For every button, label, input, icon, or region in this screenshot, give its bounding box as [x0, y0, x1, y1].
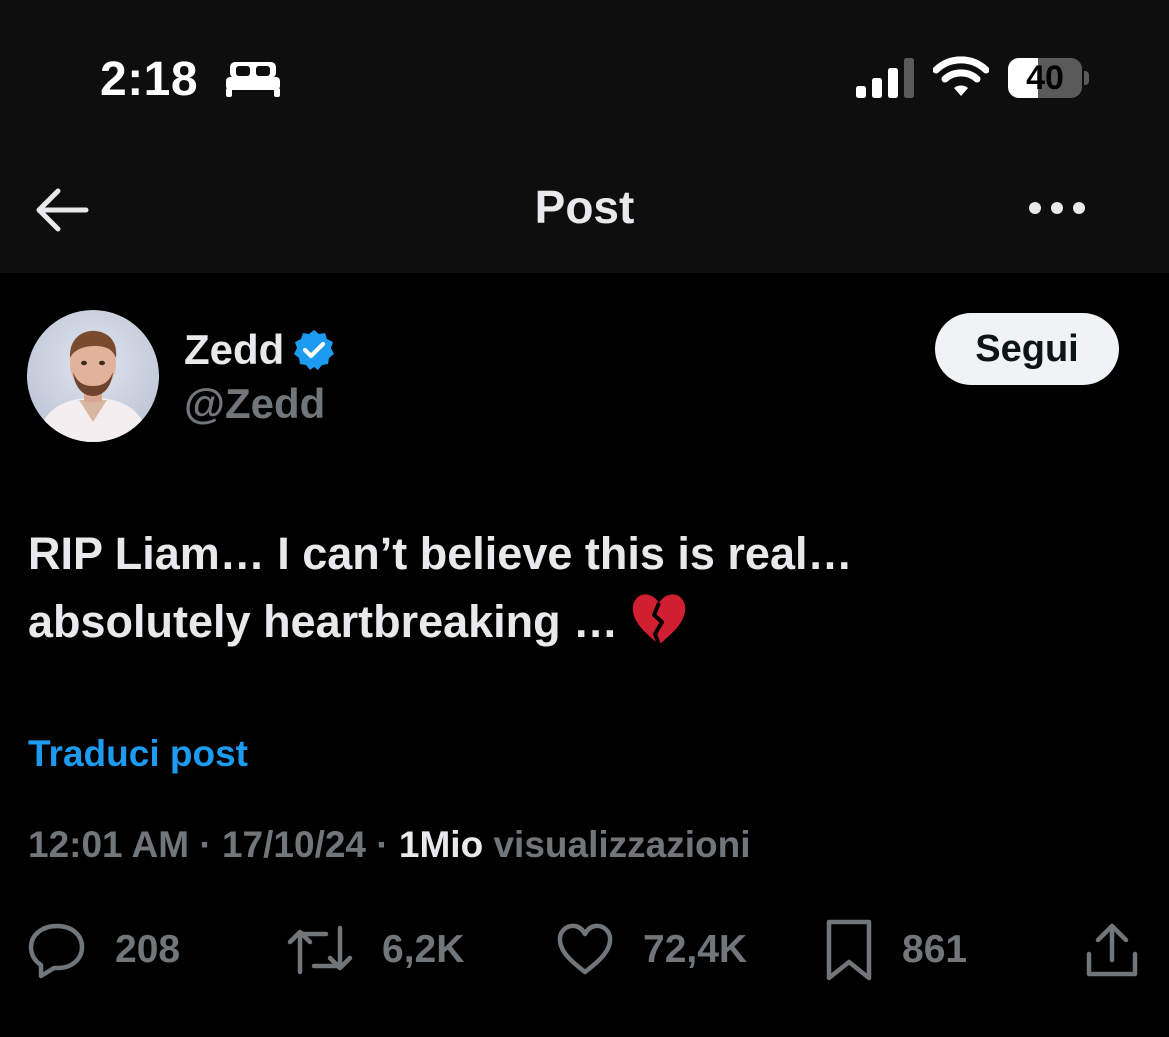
display-name[interactable]: Zedd [184, 326, 284, 374]
battery-level: 40 [1026, 59, 1064, 97]
action-bar: 208 6,2K 72,4K 861 [0, 918, 1169, 988]
tweet-text-line-2: absolutely heartbreaking … [28, 588, 1138, 656]
avatar[interactable] [27, 310, 159, 442]
follow-button[interactable]: Segui [935, 313, 1119, 385]
status-time: 2:18 [100, 53, 199, 106]
wifi-icon [933, 56, 989, 96]
broken-heart-icon [632, 594, 686, 646]
signal-bars-icon [856, 58, 914, 98]
battery-icon: 40 [1008, 58, 1089, 98]
status-bar: 2:18 40 [0, 0, 1169, 150]
page-title: Post [534, 181, 635, 233]
verified-badge-icon [294, 330, 335, 370]
repost-count: 6,2K [382, 928, 465, 971]
share-icon [1086, 923, 1138, 977]
reply-count: 208 [115, 928, 181, 971]
post-date[interactable]: 17/10/24 [222, 824, 366, 865]
views-count[interactable]: 1Mio [399, 824, 483, 865]
bookmark-count: 861 [902, 928, 968, 971]
views-label[interactable]: visualizzazioni [483, 824, 750, 865]
post-time[interactable]: 12:01 AM [28, 824, 189, 865]
meta-separator: · [366, 824, 399, 865]
bookmark-button[interactable]: 861 [824, 918, 967, 982]
share-button[interactable] [1084, 918, 1140, 982]
top-nav-bar: Post [0, 150, 1169, 273]
meta-separator: · [189, 824, 222, 865]
author-name-row[interactable]: Zedd [184, 325, 336, 375]
bookmark-icon [826, 919, 872, 981]
author-handle[interactable]: @Zedd [184, 380, 325, 428]
repost-icon [287, 925, 353, 975]
tweet-text-line-2-text: absolutely heartbreaking … [28, 596, 619, 647]
post-metadata: 12:01 AM · 17/10/24 · 1Mio visualizzazio… [28, 824, 750, 866]
like-button[interactable]: 72,4K [555, 918, 747, 982]
reply-icon [28, 923, 85, 979]
like-count: 72,4K [643, 928, 748, 971]
reply-button[interactable]: 208 [27, 918, 180, 982]
translate-post-link[interactable]: Traduci post [28, 733, 248, 775]
repost-button[interactable]: 6,2K [286, 918, 464, 982]
tweet-text-line-1: RIP Liam… I can’t believe this is real… [28, 528, 853, 579]
tweet-text: RIP Liam… I can’t believe this is real… … [28, 520, 1138, 656]
heart-icon [557, 923, 613, 975]
bed-icon [226, 62, 280, 97]
more-horizontal-icon[interactable] [1028, 196, 1086, 220]
